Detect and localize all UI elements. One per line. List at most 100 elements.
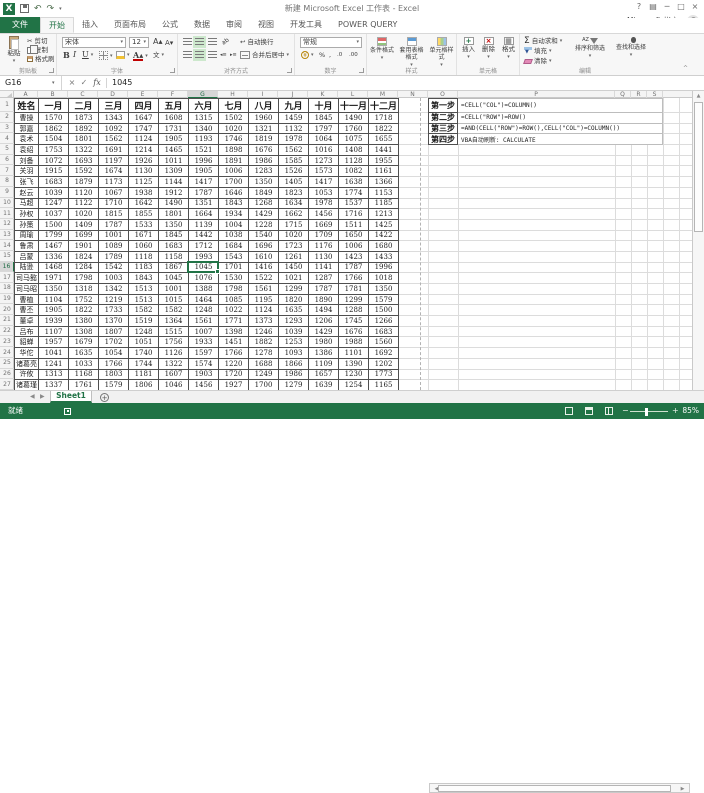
vertical-scrollbar[interactable]: ▲ ▼ <box>692 91 704 403</box>
cell[interactable]: 十二月 <box>369 99 399 113</box>
cell[interactable]: 1060 <box>129 241 159 252</box>
cell[interactable]: 1350 <box>39 284 69 295</box>
cell[interactable]: 1971 <box>39 273 69 284</box>
cell[interactable]: 十一月 <box>339 99 369 113</box>
cell[interactable]: 袁术 <box>15 134 39 145</box>
cell[interactable]: 1350 <box>159 220 189 231</box>
cell[interactable]: 郭嘉 <box>15 124 39 135</box>
cell[interactable]: 1766 <box>339 273 369 284</box>
cell[interactable]: 华佗 <box>15 348 39 359</box>
column-header-A[interactable]: A <box>14 91 38 98</box>
cell[interactable]: 1955 <box>369 156 399 167</box>
cell[interactable]: 1380 <box>69 316 99 327</box>
cell[interactable]: 1007 <box>189 327 219 338</box>
cell[interactable]: 1246 <box>249 327 279 338</box>
cell[interactable]: 1467 <box>39 241 69 252</box>
cell[interactable]: 1688 <box>249 359 279 370</box>
cell[interactable]: 1849 <box>249 188 279 199</box>
cell[interactable]: 1422 <box>369 231 399 242</box>
cell[interactable]: 1003 <box>99 273 129 284</box>
cell[interactable]: 1288 <box>339 305 369 316</box>
cell[interactable]: 1683 <box>159 241 189 252</box>
cell[interactable]: 1699 <box>69 231 99 242</box>
cell[interactable]: 诸葛亮 <box>15 359 39 370</box>
row-header-7[interactable]: 7 <box>0 165 14 176</box>
cell[interactable]: 1799 <box>39 231 69 242</box>
cell[interactable]: 1423 <box>339 252 369 263</box>
cell[interactable]: 关羽 <box>15 166 39 177</box>
cell[interactable]: 1004 <box>219 220 249 231</box>
cell[interactable]: 1574 <box>189 359 219 370</box>
cell[interactable]: 1642 <box>129 199 159 210</box>
cell[interactable]: 1364 <box>159 316 189 327</box>
cell[interactable]: 1273 <box>309 156 339 167</box>
cell[interactable]: 1676 <box>249 145 279 156</box>
cell[interactable]: 1092 <box>99 124 129 135</box>
cell[interactable]: 1130 <box>129 166 159 177</box>
cell[interactable]: 1845 <box>159 231 189 242</box>
zoom-slider[interactable] <box>630 411 668 412</box>
cell[interactable]: 1490 <box>159 199 189 210</box>
cell[interactable]: 1867 <box>159 263 189 274</box>
cell[interactable]: 1798 <box>219 284 249 295</box>
cell[interactable]: 1513 <box>129 295 159 306</box>
cell[interactable]: 四月 <box>129 99 159 113</box>
cell[interactable]: 1425 <box>369 220 399 231</box>
cell[interactable]: 1350 <box>249 177 279 188</box>
cell[interactable]: 1807 <box>99 327 129 338</box>
column-header-M[interactable]: M <box>368 91 398 98</box>
cell[interactable]: 1128 <box>339 156 369 167</box>
cell[interactable]: 曹操 <box>15 113 39 124</box>
cell[interactable]: 1562 <box>279 145 309 156</box>
cell[interactable]: 1132 <box>279 124 309 135</box>
cell[interactable]: 1933 <box>189 337 219 348</box>
cell[interactable]: 1185 <box>369 199 399 210</box>
cell[interactable]: 1109 <box>309 359 339 370</box>
row-header-4[interactable]: 4 <box>0 133 14 144</box>
cell[interactable]: 1351 <box>189 199 219 210</box>
cell[interactable]: 1161 <box>369 166 399 177</box>
cell[interactable]: 1939 <box>39 316 69 327</box>
cell[interactable]: 1076 <box>189 273 219 284</box>
cell[interactable]: 1519 <box>129 316 159 327</box>
row-header-13[interactable]: 13 <box>0 230 14 241</box>
column-header-L[interactable]: L <box>338 91 368 98</box>
cell[interactable]: 1679 <box>69 337 99 348</box>
cell[interactable]: 1253 <box>279 337 309 348</box>
cell[interactable]: 1803 <box>99 370 129 381</box>
cell[interactable]: 1373 <box>249 316 279 327</box>
cell[interactable]: 1843 <box>219 199 249 210</box>
cell[interactable]: 1716 <box>339 209 369 220</box>
cell[interactable]: 董卓 <box>15 316 39 327</box>
cell[interactable]: 1308 <box>69 327 99 338</box>
cell[interactable]: 1733 <box>99 305 129 316</box>
cell[interactable]: 1978 <box>279 134 309 145</box>
cell[interactable]: 1350 <box>369 284 399 295</box>
row-header-9[interactable]: 9 <box>0 187 14 198</box>
cell[interactable]: 1731 <box>159 124 189 135</box>
cell[interactable]: 1228 <box>249 220 279 231</box>
cell[interactable]: 1398 <box>219 327 249 338</box>
cell[interactable]: 1712 <box>189 241 219 252</box>
cell[interactable]: 张飞 <box>15 177 39 188</box>
cell[interactable]: 1915 <box>39 166 69 177</box>
cell[interactable]: 1015 <box>159 295 189 306</box>
cell[interactable]: 二月 <box>69 99 99 113</box>
cell[interactable]: 1655 <box>369 134 399 145</box>
cell[interactable]: 1433 <box>369 252 399 263</box>
cell[interactable]: 1001 <box>159 284 189 295</box>
column-header-J[interactable]: J <box>278 91 308 98</box>
cell[interactable]: 1322 <box>159 359 189 370</box>
cell[interactable]: 1006 <box>339 241 369 252</box>
cell[interactable]: 1934 <box>219 209 249 220</box>
cell[interactable]: 1366 <box>369 177 399 188</box>
cell[interactable]: 1124 <box>129 134 159 145</box>
cell[interactable]: 1526 <box>279 166 309 177</box>
cell[interactable]: 1562 <box>99 134 129 145</box>
cell[interactable]: 姓名 <box>15 99 39 113</box>
cell[interactable]: 1293 <box>279 316 309 327</box>
cell[interactable]: 1342 <box>99 284 129 295</box>
cell[interactable]: 十月 <box>309 99 339 113</box>
cell[interactable]: 1343 <box>99 113 129 124</box>
cell[interactable]: 1891 <box>219 156 249 167</box>
